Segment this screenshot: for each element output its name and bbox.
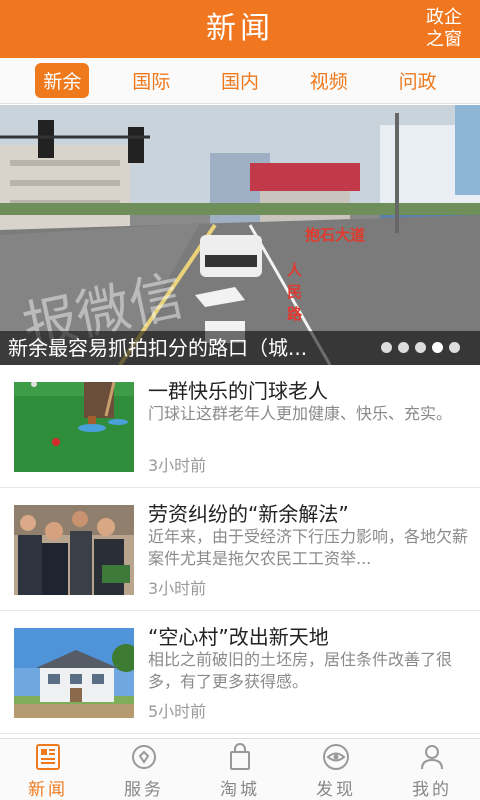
- crowd-thumbnail: [14, 505, 134, 595]
- eye-icon: [323, 744, 349, 770]
- carousel-indicator: [381, 342, 460, 353]
- category-tabs: 新余 国际 国内 视频 问政: [0, 58, 480, 104]
- vertical-label-char-3: 路: [287, 305, 303, 323]
- tab-inquiry[interactable]: 问政: [391, 63, 445, 98]
- tab-domestic[interactable]: 国内: [213, 63, 267, 98]
- nav-service[interactable]: 服务: [96, 739, 192, 800]
- page-title: 新闻: [206, 11, 274, 46]
- news-title: 劳资纠纷的“新余解法”: [148, 502, 349, 526]
- shopping-bag-icon: [230, 743, 250, 770]
- carousel-dot[interactable]: [398, 342, 409, 353]
- user-icon: [421, 745, 443, 770]
- nav-label: 新闻: [28, 780, 68, 800]
- nav-label: 淘城: [220, 780, 260, 800]
- news-item[interactable]: 一群快乐的门球老人 门球让这群老年人更加健康、快乐、充实。 3小时前: [0, 365, 480, 488]
- nav-label: 发现: [316, 780, 356, 800]
- tab-international[interactable]: 国际: [124, 63, 178, 98]
- vertical-label-char-2: 民: [287, 283, 302, 301]
- news-summary: 近年来，由于受经济下行压力影响，各地欠薪案件尤其是拖欠农民工工资举...: [148, 527, 468, 568]
- banner-photo: 抱石大道 人 民 路 报微信: [0, 105, 480, 365]
- road-sign-label: 抱石大道: [305, 226, 365, 244]
- news-time: 5小时前: [148, 702, 207, 721]
- carousel-dot[interactable]: [381, 342, 392, 353]
- banner-carousel[interactable]: 抱石大道 人 民 路 报微信 新余最容易抓拍扣分的路口（城...: [0, 105, 480, 365]
- banner-caption-bar: 新余最容易抓拍扣分的路口（城...: [0, 331, 480, 365]
- app-header: 新闻 政企之窗: [0, 0, 480, 58]
- house-thumbnail: [14, 628, 134, 718]
- service-icon: [132, 745, 156, 769]
- news-title: 一群快乐的门球老人: [148, 379, 328, 403]
- carousel-dot[interactable]: [415, 342, 426, 353]
- nav-discover[interactable]: 发现: [288, 739, 384, 800]
- gov-window-link[interactable]: 政企之窗: [420, 7, 468, 51]
- newspaper-icon: [36, 744, 60, 770]
- news-time: 3小时前: [148, 456, 207, 475]
- carousel-dot[interactable]: [449, 342, 460, 353]
- bottom-navigation: 新闻 服务 淘城 发现 我的: [0, 738, 480, 800]
- nav-label: 服务: [124, 780, 164, 800]
- vertical-label-char-1: 人: [287, 261, 303, 279]
- nav-mine[interactable]: 我的: [384, 739, 480, 800]
- nav-shop[interactable]: 淘城: [192, 739, 288, 800]
- news-item[interactable]: “空心村”改出新天地 相比之前破旧的土坯房，居住条件改善了很多，有了更多获得感。…: [0, 611, 480, 734]
- nav-label: 我的: [412, 780, 452, 800]
- news-time: 3小时前: [148, 579, 207, 598]
- news-item[interactable]: 劳资纠纷的“新余解法” 近年来，由于受经济下行压力影响，各地欠薪案件尤其是拖欠农…: [0, 488, 480, 611]
- carousel-dot-active[interactable]: [432, 342, 443, 353]
- tab-xinyu[interactable]: 新余: [35, 63, 90, 98]
- news-title: “空心村”改出新天地: [148, 625, 329, 649]
- news-summary: 门球让这群老年人更加健康、快乐、充实。: [148, 404, 453, 423]
- tab-video[interactable]: 视频: [302, 63, 356, 98]
- croquet-thumbnail: [14, 382, 134, 472]
- nav-news[interactable]: 新闻: [0, 739, 96, 800]
- news-summary: 相比之前破旧的土坯房，居住条件改善了很多，有了更多获得感。: [148, 650, 453, 691]
- banner-caption: 新余最容易抓拍扣分的路口（城...: [8, 336, 308, 360]
- news-list: 一群快乐的门球老人 门球让这群老年人更加健康、快乐、充实。 3小时前 劳资纠纷的…: [0, 365, 480, 734]
